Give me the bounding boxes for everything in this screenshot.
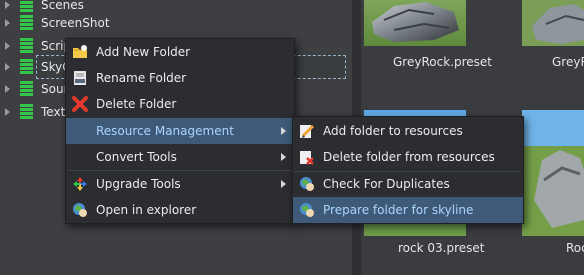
context-menu: Add New Folder Rename Folder Delete Fold…: [65, 38, 295, 224]
menu-item-label: Add folder to resources: [323, 124, 463, 138]
menu-item-label: Add New Folder: [96, 45, 191, 59]
expand-arrow-icon[interactable]: [5, 19, 10, 27]
prepare-globe-icon: [299, 202, 315, 218]
duplicates-globe-icon: [299, 176, 315, 192]
menu-item-add-folder-to-resources[interactable]: Add folder to resources: [293, 118, 523, 144]
rock-preview-image: [522, 0, 584, 46]
rock-preview-image: [522, 110, 584, 236]
submenu-arrow-icon: [281, 153, 286, 161]
expand-arrow-icon[interactable]: [5, 108, 10, 116]
submenu-arrow-icon: [281, 127, 286, 135]
expand-arrow-icon[interactable]: [5, 85, 10, 93]
folder-icon: [20, 59, 33, 75]
folder-icon: [20, 81, 33, 97]
menu-item-label: Upgrade Tools: [96, 177, 181, 191]
menu-item-check-for-duplicates[interactable]: Check For Duplicates: [293, 171, 523, 197]
asset-thumbnail[interactable]: [522, 0, 584, 46]
folder-icon: [20, 15, 33, 31]
menu-item-resource-management[interactable]: Resource Management: [66, 118, 294, 144]
delete-x-icon: [72, 96, 88, 112]
menu-item-delete-folder[interactable]: Delete Folder: [66, 91, 294, 117]
menu-item-label: Resource Management: [96, 124, 234, 138]
menu-item-upgrade-tools[interactable]: Upgrade Tools: [66, 171, 294, 197]
menu-item-delete-folder-from-resources[interactable]: Delete folder from resources: [293, 144, 523, 170]
menu-item-prepare-folder-for-skyline[interactable]: Prepare folder for skyline: [293, 197, 523, 223]
menu-item-label: Delete folder from resources: [323, 150, 495, 164]
asset-caption: GreyRock.preset: [393, 55, 492, 69]
rock-preview-image: [364, 0, 466, 46]
asset-thumbnail[interactable]: [364, 0, 466, 46]
menu-item-label: Rename Folder: [96, 71, 187, 85]
menu-item-label: Open in explorer: [96, 203, 197, 217]
edit-pencil-icon: [299, 123, 315, 139]
folder-icon: [20, 104, 33, 120]
menu-item-label: Check For Duplicates: [323, 177, 450, 191]
asset-thumbnail[interactable]: [522, 110, 584, 236]
asset-caption: rock 03.preset: [398, 241, 485, 255]
menu-item-add-new-folder[interactable]: Add New Folder: [66, 39, 294, 65]
submenu-arrow-icon: [281, 180, 286, 188]
upgrade-arrows-icon: [72, 176, 88, 192]
menu-item-rename-folder[interactable]: Rename Folder: [66, 65, 294, 91]
delete-resource-icon: [299, 149, 315, 165]
asset-caption: Roc: [566, 241, 584, 255]
expand-arrow-icon[interactable]: [5, 42, 10, 50]
menu-item-open-in-explorer[interactable]: Open in explorer: [66, 197, 294, 223]
menu-item-label: Delete Folder: [96, 97, 177, 111]
menu-item-convert-tools[interactable]: Convert Tools: [66, 144, 294, 170]
rename-icon: [72, 70, 88, 86]
menu-item-label: Convert Tools: [96, 150, 177, 164]
explorer-globe-icon: [72, 202, 88, 218]
asset-caption: GreyR: [552, 55, 584, 69]
expand-arrow-icon[interactable]: [5, 63, 10, 71]
expand-arrow-icon[interactable]: [5, 1, 10, 9]
folder-add-icon: [72, 44, 88, 60]
menu-item-label: Prepare folder for skyline: [323, 203, 474, 217]
folder-icon: [20, 38, 33, 54]
resource-management-submenu: Add folder to resources Delete folder fr…: [292, 116, 524, 224]
tree-item-label: ScreenShot: [41, 16, 110, 30]
